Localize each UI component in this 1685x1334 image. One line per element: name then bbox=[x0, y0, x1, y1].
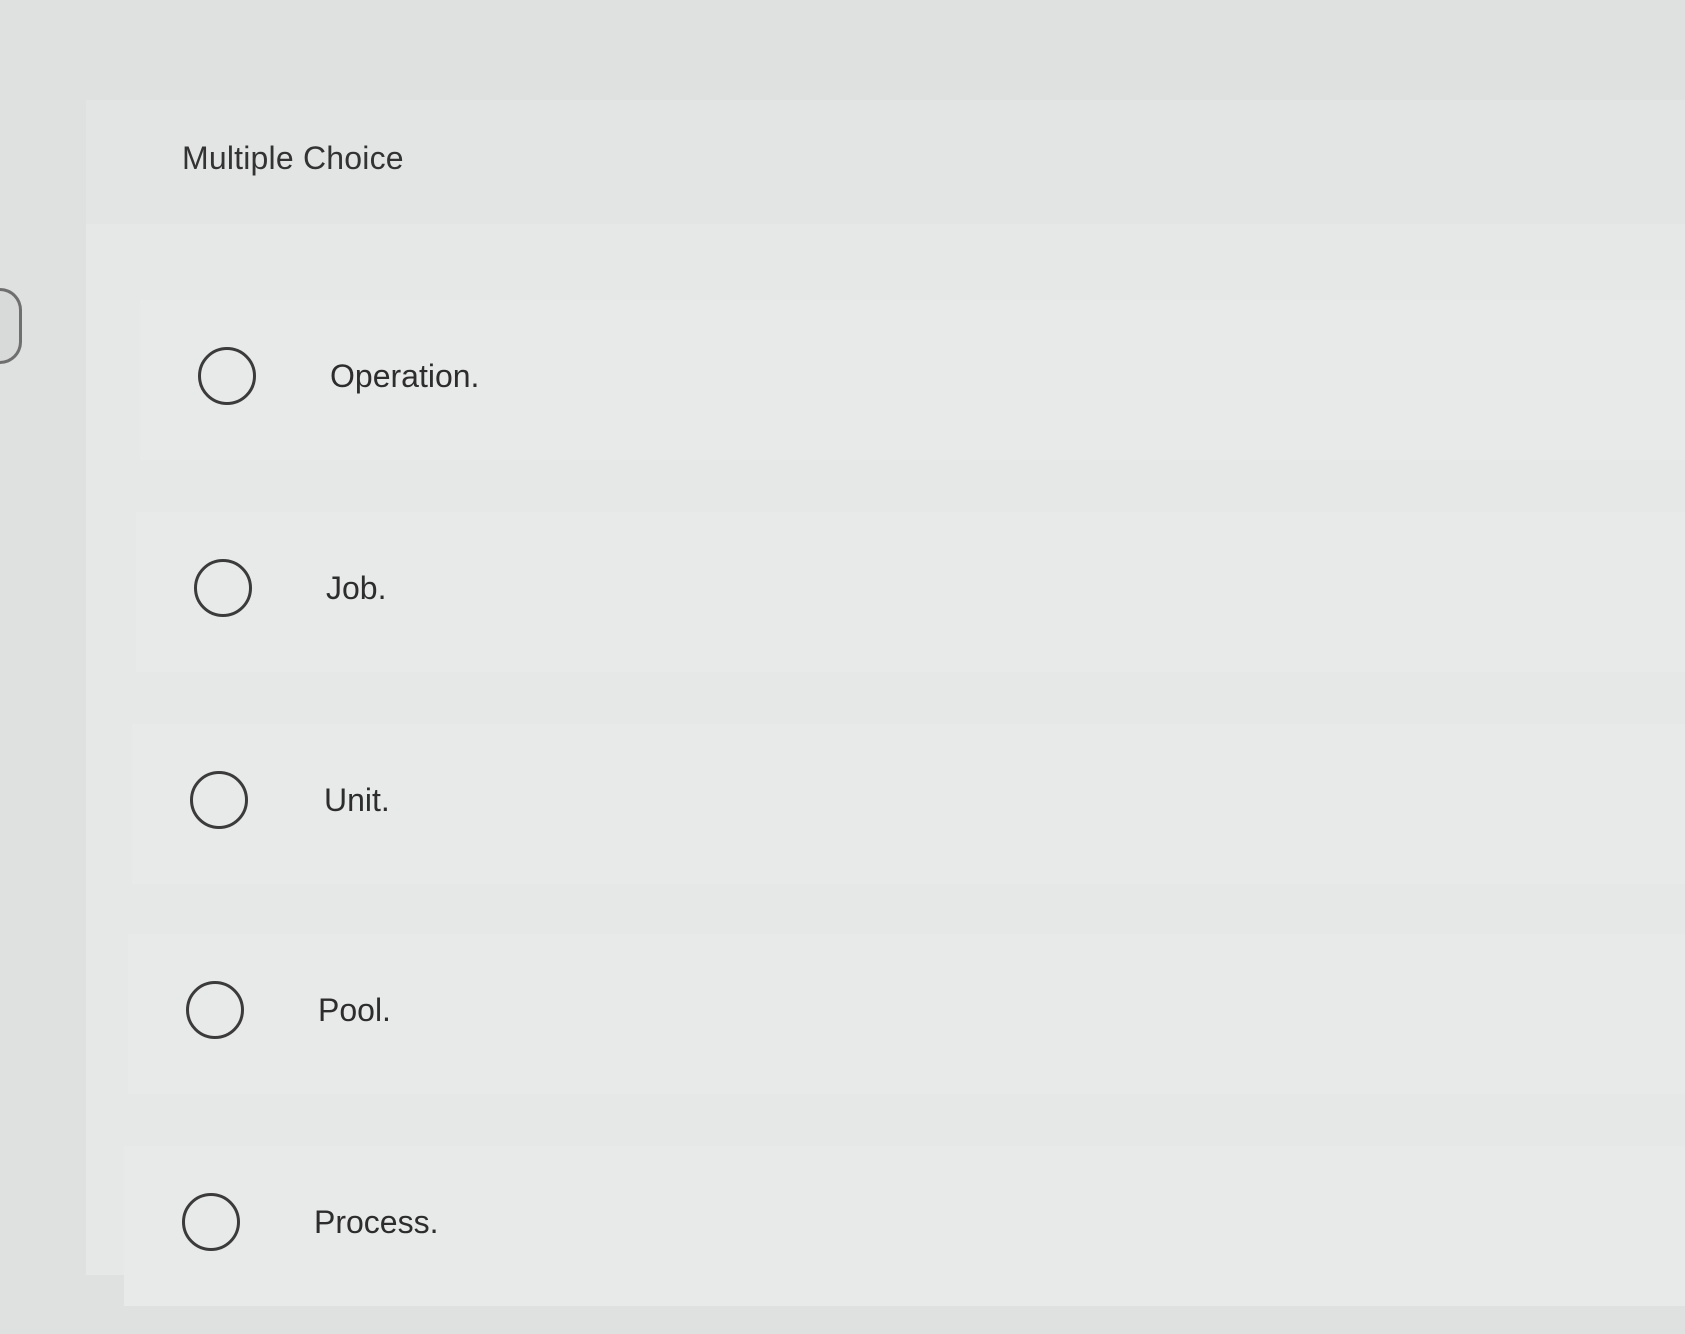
choice-option-unit[interactable]: Unit. bbox=[132, 724, 1685, 884]
choices-list: Operation. Job. Unit. Pool. Process. bbox=[0, 0, 1685, 1334]
choice-option-job[interactable]: Job. bbox=[136, 512, 1685, 672]
radio-button-icon[interactable] bbox=[194, 559, 252, 617]
radio-button-icon[interactable] bbox=[190, 771, 248, 829]
choice-label: Operation. bbox=[330, 358, 480, 394]
choice-label: Pool. bbox=[318, 992, 391, 1028]
choice-option-process[interactable]: Process. bbox=[124, 1146, 1685, 1306]
choice-label: Unit. bbox=[324, 782, 390, 818]
choice-option-pool[interactable]: Pool. bbox=[128, 934, 1685, 1094]
choice-option-operation[interactable]: Operation. bbox=[140, 300, 1685, 460]
choice-label: Process. bbox=[314, 1204, 439, 1240]
radio-button-icon[interactable] bbox=[198, 347, 256, 405]
choice-label: Job. bbox=[326, 570, 387, 606]
radio-button-icon[interactable] bbox=[182, 1193, 240, 1251]
radio-button-icon[interactable] bbox=[186, 981, 244, 1039]
